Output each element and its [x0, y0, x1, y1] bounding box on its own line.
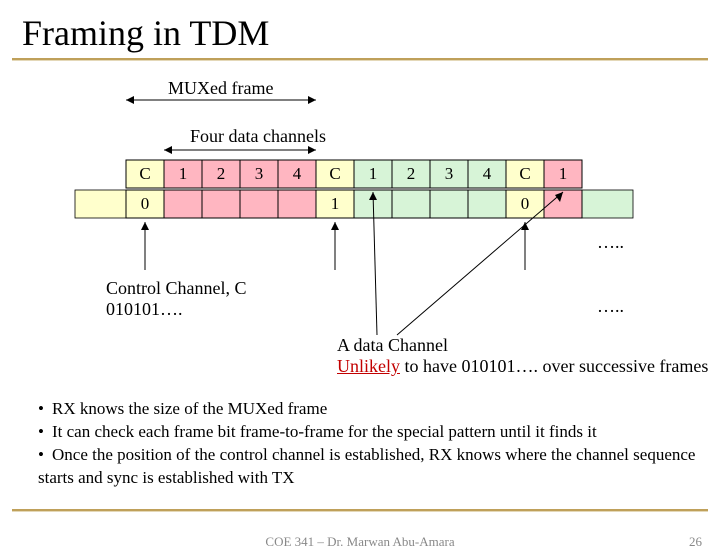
cell: 1 [331, 194, 340, 213]
bullet-list: RX knows the size of the MUXed frame It … [38, 398, 720, 490]
data-caption-line2: Unlikely to have 010101…. over successiv… [337, 356, 708, 377]
cell: C [519, 164, 530, 183]
bullet-1: RX knows the size of the MUXed frame [38, 398, 720, 421]
ellipsis: ….. [597, 232, 624, 253]
ellipsis: ….. [597, 296, 624, 317]
data-caption-rest: to have 010101…. over successive frames [400, 356, 708, 376]
control-line1: Control Channel, C [106, 278, 247, 299]
cell: C [329, 164, 340, 183]
cell: 0 [141, 194, 150, 213]
cell: 1 [559, 164, 568, 183]
cell: 0 [521, 194, 530, 213]
cell: 1 [369, 164, 378, 183]
control-line2: 010101…. [106, 299, 247, 320]
page-number: 26 [689, 534, 702, 550]
muxed-frame-label: MUXed frame [168, 78, 273, 99]
cell: 4 [483, 164, 492, 183]
cell: 4 [293, 164, 302, 183]
unlikely-word: Unlikely [337, 356, 400, 376]
data-caption-line1: A data Channel [337, 335, 708, 356]
control-channel-caption: Control Channel, C 010101…. [106, 278, 247, 320]
four-channels-label: Four data channels [190, 126, 326, 147]
footer-rule [12, 509, 708, 512]
cell: 2 [407, 164, 416, 183]
cell: 1 [179, 164, 188, 183]
cell: 3 [445, 164, 454, 183]
cell: 3 [255, 164, 264, 183]
row2: 0 1 0 [126, 190, 582, 218]
data-channel-caption: A data Channel Unlikely to have 010101….… [337, 335, 708, 377]
bullet-2: It can check each frame bit frame-to-fra… [38, 421, 720, 444]
bullet-3: Once the position of the control channel… [38, 444, 720, 490]
cell: 2 [217, 164, 226, 183]
cell: C [139, 164, 150, 183]
row1: C 1 2 3 4 C 1 2 3 4 C 1 [126, 160, 582, 188]
footer-center: COE 341 – Dr. Marwan Abu-Amara [0, 534, 720, 550]
